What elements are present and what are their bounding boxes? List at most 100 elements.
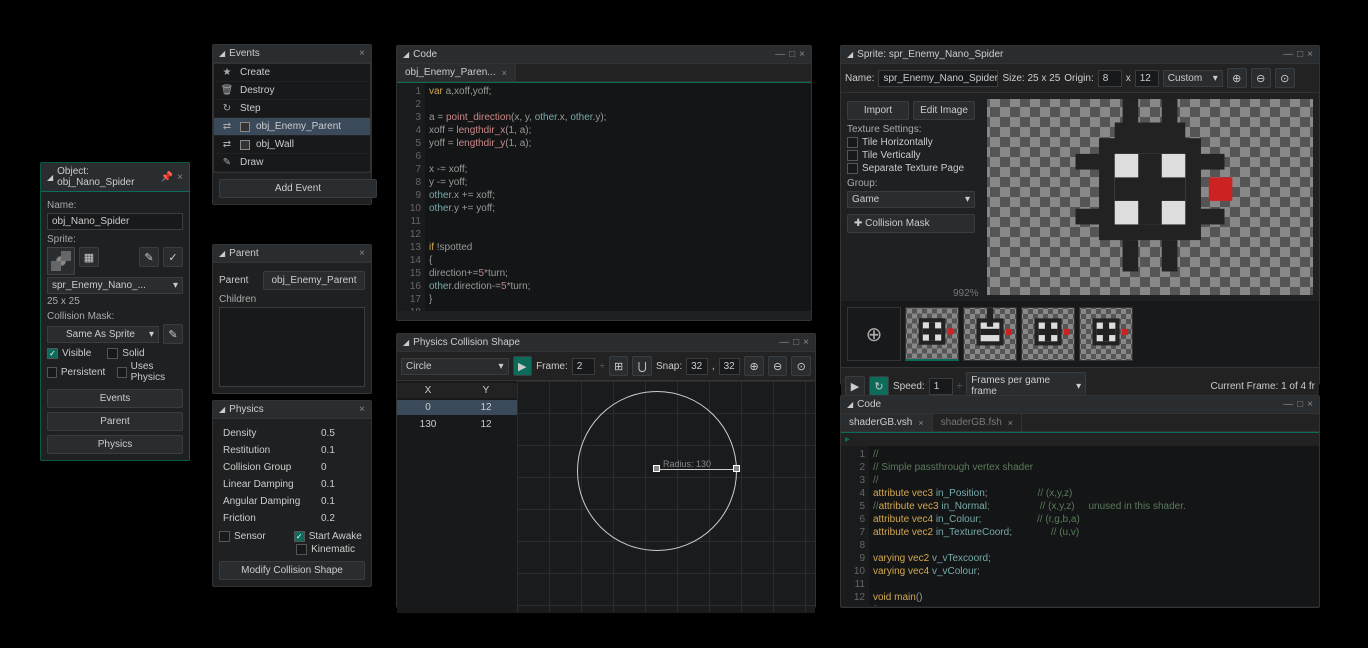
edit-image-button[interactable]: Edit Image [913,101,975,120]
phys-value[interactable]: 0.2 [321,513,361,524]
zoom-fit-icon[interactable]: ⊙ [791,356,811,376]
start-awake-checkbox[interactable] [294,531,305,542]
close-icon[interactable]: × [1307,399,1313,410]
parent-button[interactable]: Parent [47,412,183,431]
origin-x-field[interactable]: 8 [1098,70,1122,87]
event-item[interactable]: ★Create [214,64,370,82]
phys-value[interactable]: 0.1 [321,445,361,456]
collapse-icon[interactable]: ◢ [219,405,225,414]
edit-sprite-icon[interactable]: ✎ [139,247,159,267]
edit-mask-icon[interactable]: ✎ [163,324,183,344]
frame-2[interactable] [963,307,1017,361]
minimize-icon[interactable]: — [775,49,785,60]
uses-physics-checkbox[interactable] [117,367,127,378]
maximize-icon[interactable]: □ [1297,399,1303,410]
loop-icon[interactable]: ↻ [869,376,889,396]
kinematic-checkbox[interactable] [296,544,307,555]
frame-1[interactable] [905,307,959,361]
collapse-icon[interactable]: ◢ [403,338,409,347]
breadcrumb-icon[interactable]: ▸ [845,434,850,445]
group-select[interactable]: Game▾ [847,191,975,208]
maximize-icon[interactable]: □ [793,337,799,348]
zoom-in-icon[interactable]: ⊕ [1227,68,1247,88]
close-tab-icon[interactable]: × [918,418,923,428]
coord-row[interactable]: 012 [397,400,517,415]
frame-3[interactable] [1021,307,1075,361]
parent-select[interactable]: obj_Enemy_Parent [263,271,365,290]
origin-preset-select[interactable]: Custom▾ [1163,70,1223,87]
close-tab-icon[interactable]: × [502,68,507,78]
snap-icon[interactable]: ⋃ [632,356,652,376]
snap-y-field[interactable]: 32 [719,358,741,375]
name-field[interactable]: obj_Nano_Spider [47,213,183,230]
collapse-icon[interactable]: ◢ [847,400,853,409]
close-tab-icon[interactable]: × [1008,418,1013,428]
close-icon[interactable]: × [177,172,183,183]
collapse-icon[interactable]: ◢ [219,49,225,58]
modify-shape-button[interactable]: Modify Collision Shape [219,561,365,580]
events-button[interactable]: Events [47,389,183,408]
phys-value[interactable]: 0.1 [321,496,361,507]
phys-value[interactable]: 0 [321,462,361,473]
maximize-icon[interactable]: □ [1297,49,1303,60]
close-icon[interactable]: × [1307,49,1313,60]
phys-value[interactable]: 0.5 [321,428,361,439]
tile-v-checkbox[interactable] [847,150,858,161]
shape-select[interactable]: Circle▾ [401,358,509,375]
code-editor[interactable]: 123456789101112131415161718 var a,xoff,y… [397,83,811,311]
close-icon[interactable]: × [799,49,805,60]
play-icon[interactable]: ▶ [513,356,533,376]
zoom-out-icon[interactable]: ⊖ [1251,68,1271,88]
sensor-checkbox[interactable] [219,531,230,542]
snap-x-field[interactable]: 32 [686,358,708,375]
origin-y-field[interactable]: 12 [1135,70,1159,87]
collapse-icon[interactable]: ◢ [403,50,409,59]
sprite-name-field[interactable]: spr_Enemy_Nano_Spider [878,70,998,87]
import-button[interactable]: Import [847,101,909,120]
zoom-out-icon[interactable]: ⊖ [768,356,788,376]
code-editor[interactable]: 123456789101112131415161718192021 //// S… [841,446,1319,606]
add-frame-button[interactable]: ⊕ [847,307,901,361]
collapse-icon[interactable]: ◢ [219,249,225,258]
close-icon[interactable]: × [803,337,809,348]
speed-field[interactable]: 1 [929,378,953,395]
event-item[interactable]: ⇄obj_Enemy_Parent [214,118,370,136]
code-tab[interactable]: obj_Enemy_Paren... × [397,64,516,81]
new-sprite-icon[interactable]: ▦ [79,247,99,267]
event-item[interactable]: ✎Draw [214,154,370,172]
collision-mask-select[interactable]: Same As Sprite▾ [47,326,159,343]
collapse-icon[interactable]: ◢ [47,173,53,182]
close-icon[interactable]: × [359,48,365,59]
pin-icon[interactable]: 📌 [161,172,173,183]
coord-row[interactable]: 13012 [397,417,517,432]
event-item[interactable]: ↻Step [214,100,370,118]
shape-handle[interactable] [653,465,660,472]
shape-handle[interactable] [733,465,740,472]
close-icon[interactable]: × [359,248,365,259]
sprite-select[interactable]: spr_Enemy_Nano_...▾ [47,277,183,294]
select-sprite-icon[interactable]: ✓ [163,247,183,267]
collision-canvas[interactable]: Radius: 130 [517,381,815,613]
physics-button[interactable]: Physics [47,435,183,454]
solid-checkbox[interactable] [107,348,118,359]
shader-tab-fsh[interactable]: shaderGB.fsh× [933,414,1022,431]
shader-tab-vsh[interactable]: shaderGB.vsh× [841,414,933,431]
persistent-checkbox[interactable] [47,367,57,378]
visible-checkbox[interactable] [47,348,58,359]
sprite-thumbnail[interactable] [47,247,75,275]
minimize-icon[interactable]: — [779,337,789,348]
zoom-fit-icon[interactable]: ⊙ [1275,68,1295,88]
play-icon[interactable]: ▶ [845,376,865,396]
frame-4[interactable] [1079,307,1133,361]
collision-mask-button[interactable]: ✚ Collision Mask [847,214,975,233]
grid-icon[interactable]: ⊞ [609,356,629,376]
collapse-icon[interactable]: ◢ [847,50,853,59]
maximize-icon[interactable]: □ [789,49,795,60]
event-item[interactable]: 🗑Destroy [214,82,370,100]
zoom-in-icon[interactable]: ⊕ [744,356,764,376]
sprite-preview[interactable] [987,99,1313,295]
add-event-button[interactable]: Add Event [219,179,377,198]
children-list[interactable] [219,307,365,387]
close-icon[interactable]: × [359,404,365,415]
phys-value[interactable]: 0.1 [321,479,361,490]
